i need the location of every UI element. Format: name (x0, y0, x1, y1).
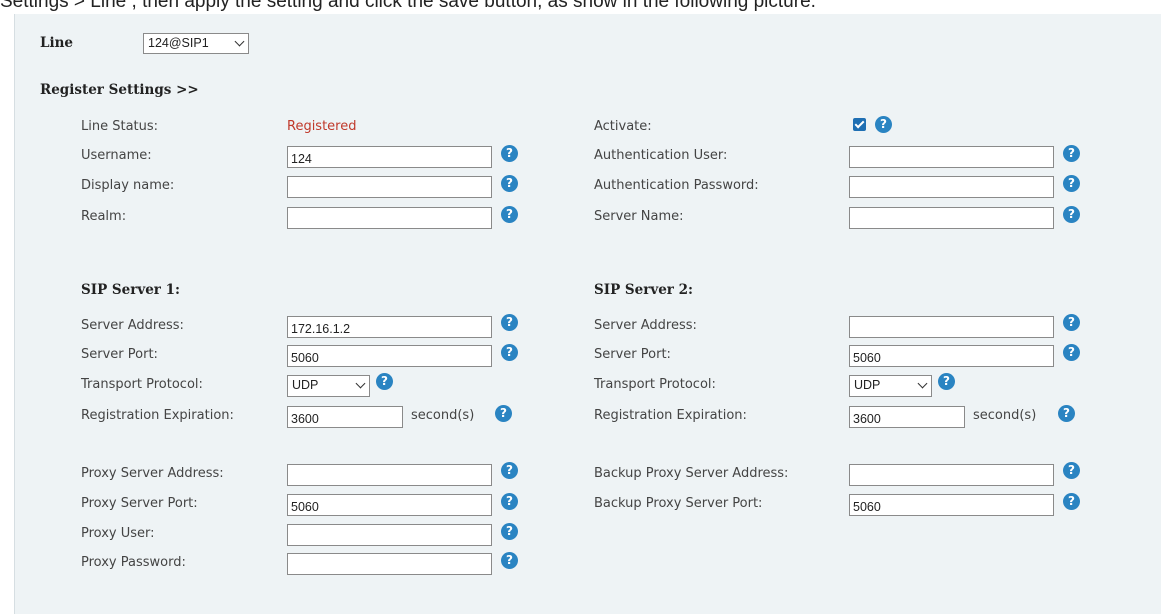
backup-proxy-port-input[interactable] (849, 494, 1054, 516)
proxy-password-label: Proxy Password: (81, 555, 186, 570)
sip-server-1-title: SIP Server 1: (81, 282, 180, 298)
line-label: Line (40, 35, 74, 51)
username-input[interactable] (287, 146, 492, 168)
line-select[interactable]: 124@SIP1 (143, 33, 249, 54)
help-icon[interactable]: ? (501, 145, 518, 162)
help-icon[interactable]: ? (495, 405, 512, 422)
help-icon[interactable]: ? (501, 552, 518, 569)
help-icon[interactable]: ? (376, 373, 393, 390)
sip2-server-address-input[interactable] (849, 316, 1054, 338)
proxy-server-address-input[interactable] (287, 464, 492, 486)
help-icon[interactable]: ? (1063, 462, 1080, 479)
proxy-user-label: Proxy User: (81, 526, 155, 541)
help-icon[interactable]: ? (501, 175, 518, 192)
help-icon[interactable]: ? (1063, 493, 1080, 510)
sip2-expiration-input[interactable] (849, 406, 965, 428)
realm-label: Realm: (81, 209, 127, 224)
help-icon[interactable]: ? (1058, 405, 1075, 422)
display-name-label: Display name: (81, 178, 175, 193)
expiration-unit: second(s) (973, 408, 1037, 423)
sip2-transport-value: UDP (854, 378, 881, 392)
server-name-input[interactable] (849, 207, 1054, 229)
sip1-expiration-input[interactable] (287, 406, 403, 428)
auth-password-input[interactable] (849, 176, 1054, 198)
transport-protocol-label: Transport Protocol: (594, 377, 716, 392)
help-icon[interactable]: ? (1063, 175, 1080, 192)
activate-checkbox[interactable] (853, 118, 866, 131)
server-port-label: Server Port: (81, 347, 158, 362)
help-icon[interactable]: ? (501, 344, 518, 361)
sip1-server-port-input[interactable] (287, 345, 492, 367)
backup-proxy-port-label: Backup Proxy Server Port: (594, 496, 763, 511)
help-icon[interactable]: ? (501, 523, 518, 540)
help-icon[interactable]: ? (1063, 314, 1080, 331)
registration-expiration-label: Registration Expiration: (594, 408, 747, 423)
proxy-user-input[interactable] (287, 524, 492, 546)
auth-user-label: Authentication User: (594, 148, 728, 163)
line-status-label: Line Status: (81, 119, 159, 134)
sip1-transport-value: UDP (292, 378, 319, 392)
display-name-input[interactable] (287, 176, 492, 198)
sip2-transport-select[interactable]: UDP (849, 375, 932, 397)
help-icon[interactable]: ? (875, 116, 892, 133)
username-label: Username: (81, 148, 152, 163)
sip1-server-address-input[interactable] (287, 316, 492, 338)
help-icon[interactable]: ? (501, 462, 518, 479)
register-settings-header[interactable]: Register Settings >> (40, 82, 199, 98)
expiration-unit: second(s) (411, 408, 475, 423)
proxy-server-address-label: Proxy Server Address: (81, 466, 224, 481)
help-icon[interactable]: ? (501, 206, 518, 223)
sip-server-2-title: SIP Server 2: (594, 282, 693, 298)
help-icon[interactable]: ? (1063, 145, 1080, 162)
server-address-label: Server Address: (594, 318, 697, 333)
backup-proxy-address-input[interactable] (849, 464, 1054, 486)
line-status-value: Registered (287, 119, 357, 134)
chevron-down-icon (355, 378, 366, 389)
chevron-down-icon (917, 378, 928, 389)
line-select-value: 124@SIP1 (148, 36, 209, 50)
auth-password-label: Authentication Password: (594, 178, 759, 193)
registration-expiration-label: Registration Expiration: (81, 408, 234, 423)
help-icon[interactable]: ? (938, 373, 955, 390)
proxy-server-port-input[interactable] (287, 494, 492, 516)
server-port-label: Server Port: (594, 347, 671, 362)
sip2-server-port-input[interactable] (849, 345, 1054, 367)
chevron-down-icon (234, 36, 245, 47)
help-icon[interactable]: ? (501, 493, 518, 510)
line-settings-panel: Line 124@SIP1 Register Settings >> Line … (14, 14, 1161, 614)
server-address-label: Server Address: (81, 318, 184, 333)
document-text: Settings > Line , then apply the setting… (0, 0, 816, 12)
sip1-transport-select[interactable]: UDP (287, 375, 370, 397)
backup-proxy-address-label: Backup Proxy Server Address: (594, 466, 789, 481)
help-icon[interactable]: ? (1063, 344, 1080, 361)
transport-protocol-label: Transport Protocol: (81, 377, 203, 392)
help-icon[interactable]: ? (1063, 206, 1080, 223)
auth-user-input[interactable] (849, 146, 1054, 168)
proxy-server-port-label: Proxy Server Port: (81, 496, 198, 511)
help-icon[interactable]: ? (501, 314, 518, 331)
proxy-password-input[interactable] (287, 553, 492, 575)
realm-input[interactable] (287, 207, 492, 229)
server-name-label: Server Name: (594, 209, 684, 224)
document-text-strip: Settings > Line , then apply the setting… (0, 0, 1174, 14)
activate-label: Activate: (594, 119, 652, 134)
